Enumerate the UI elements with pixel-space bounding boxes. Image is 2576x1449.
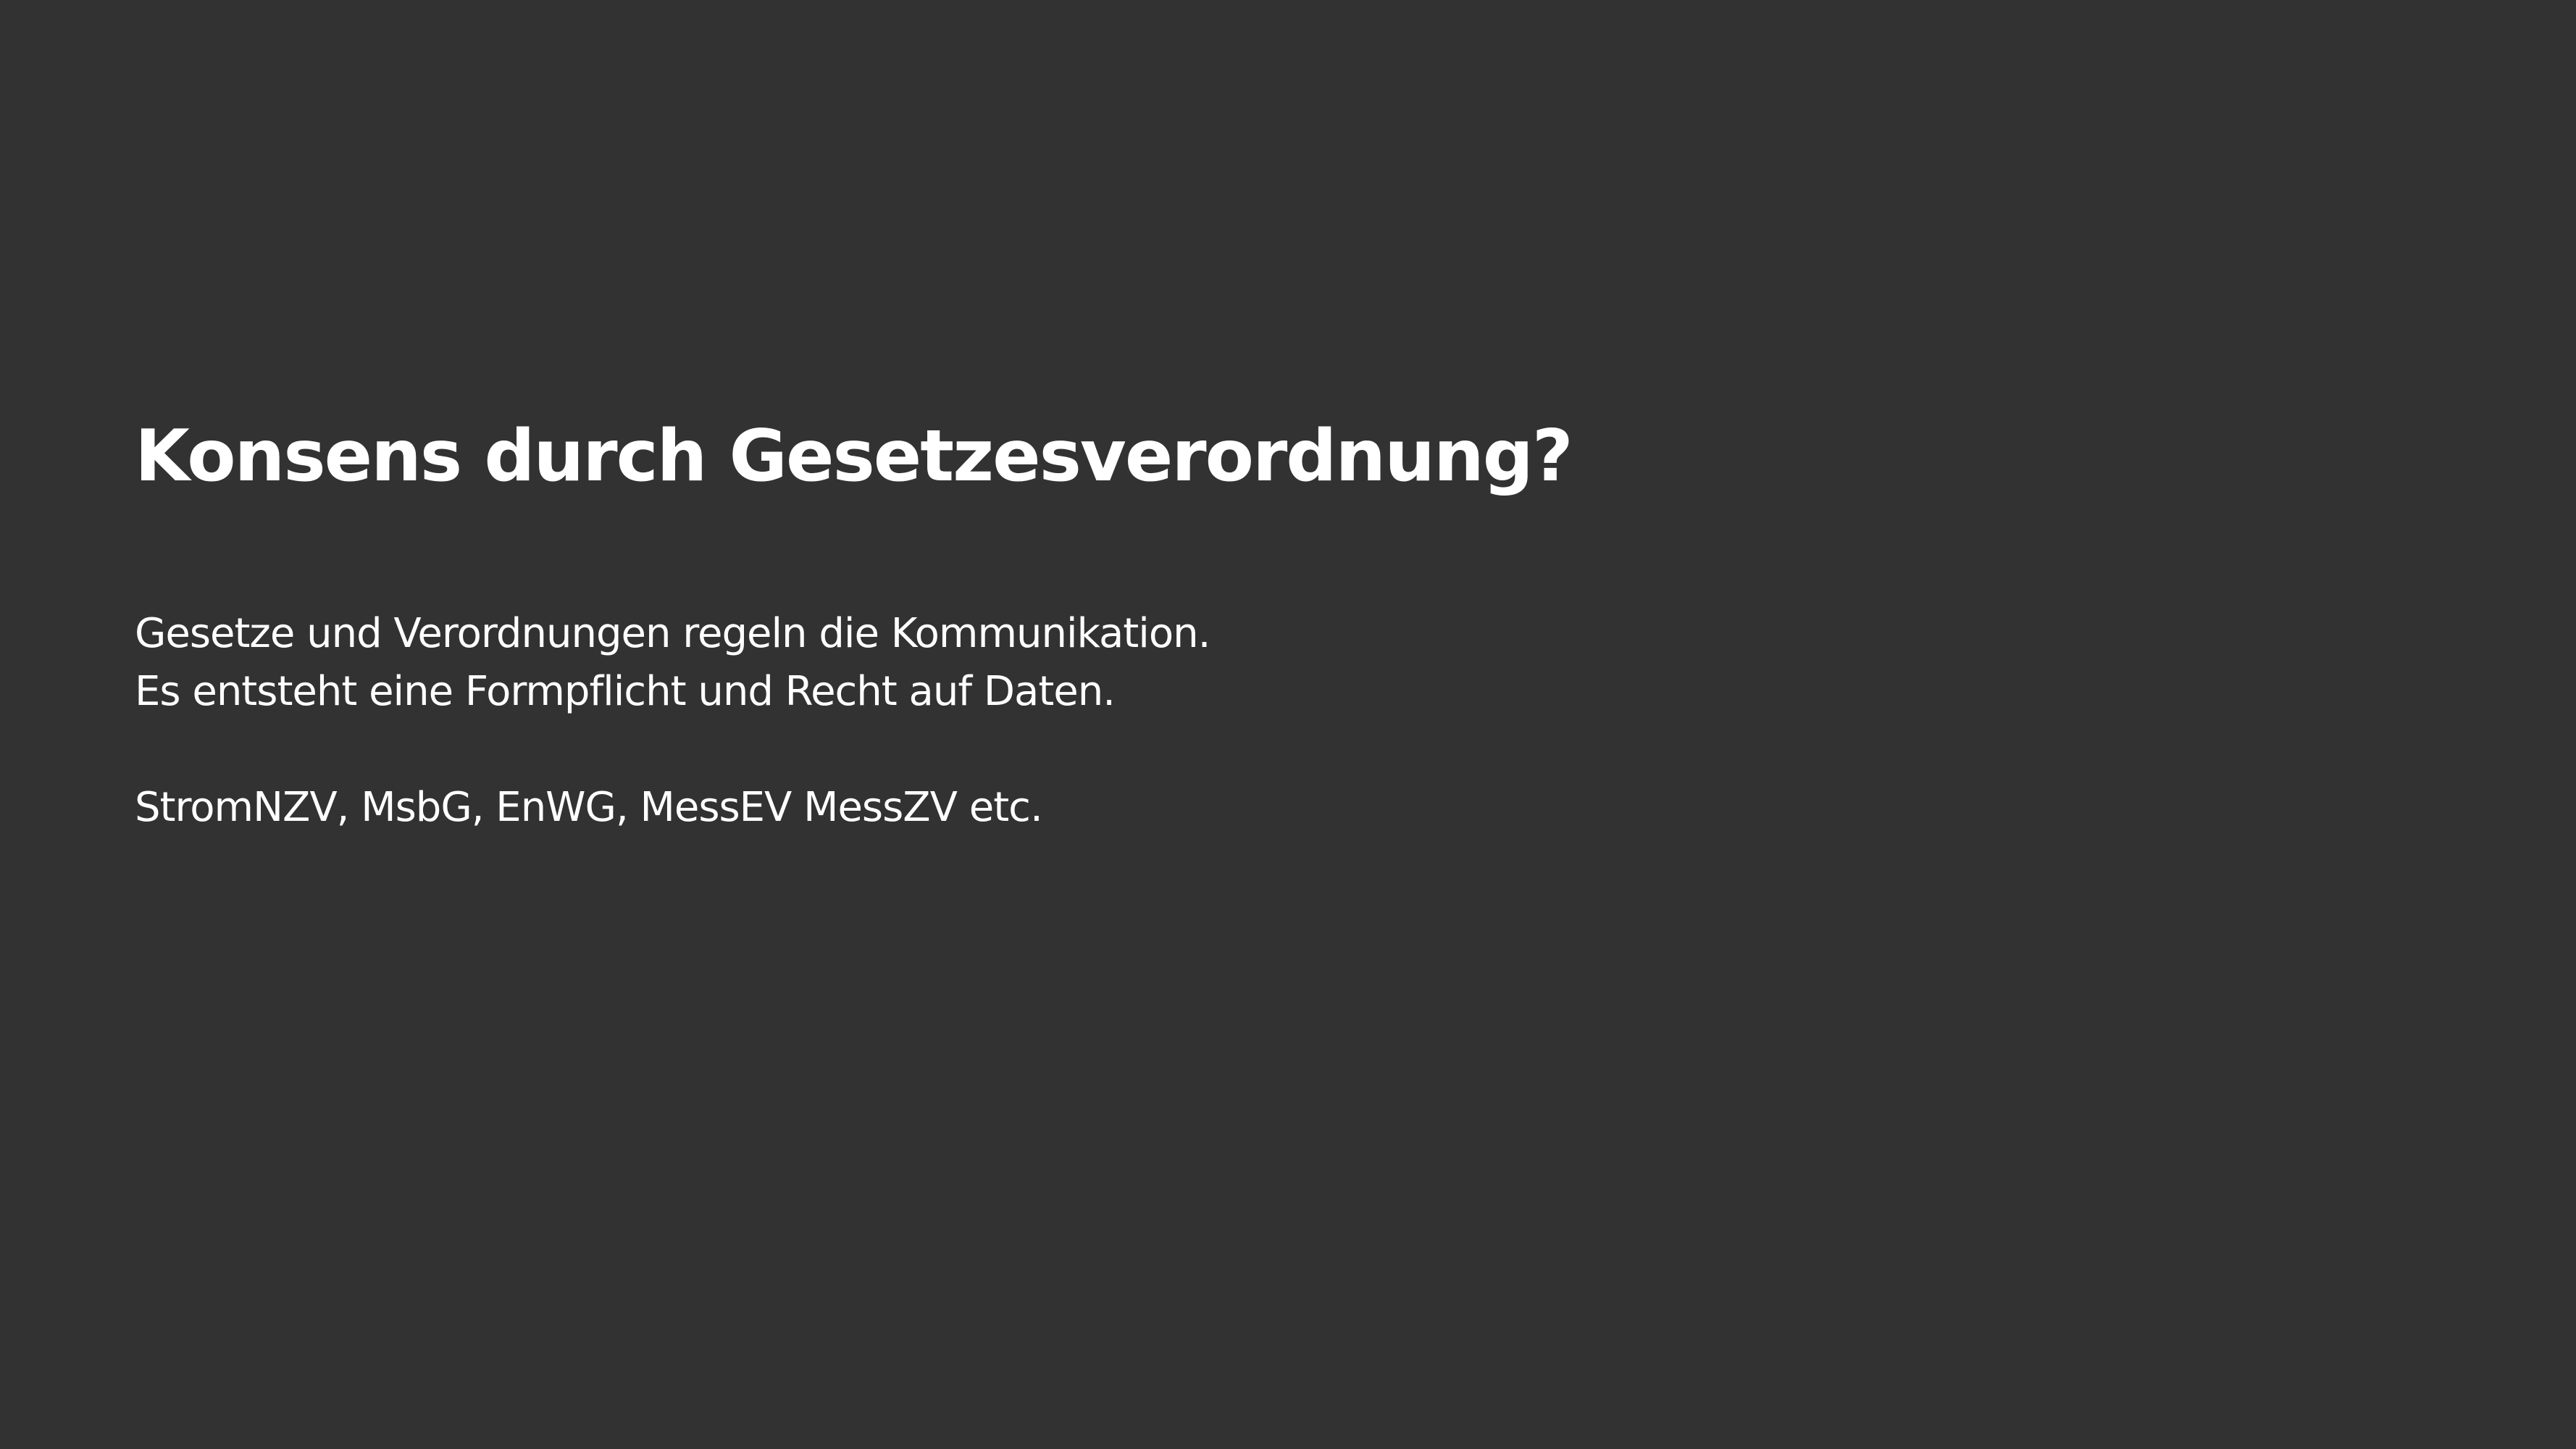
- regulations-line: StromNZV, MsbG, EnWG, MessEV MessZV etc.: [135, 784, 1043, 831]
- body-line-2: Es entsteht eine Formpflicht und Recht a…: [135, 668, 1116, 715]
- slide-body: Gesetze und Verordnungen regeln die Komm…: [135, 605, 1210, 837]
- body-line-1: Gesetze und Verordnungen regeln die Komm…: [135, 610, 1210, 657]
- slide-title: Konsens durch Gesetzesverordnung?: [135, 415, 1573, 498]
- slide: Konsens durch Gesetzesverordnung? Gesetz…: [0, 0, 2576, 1449]
